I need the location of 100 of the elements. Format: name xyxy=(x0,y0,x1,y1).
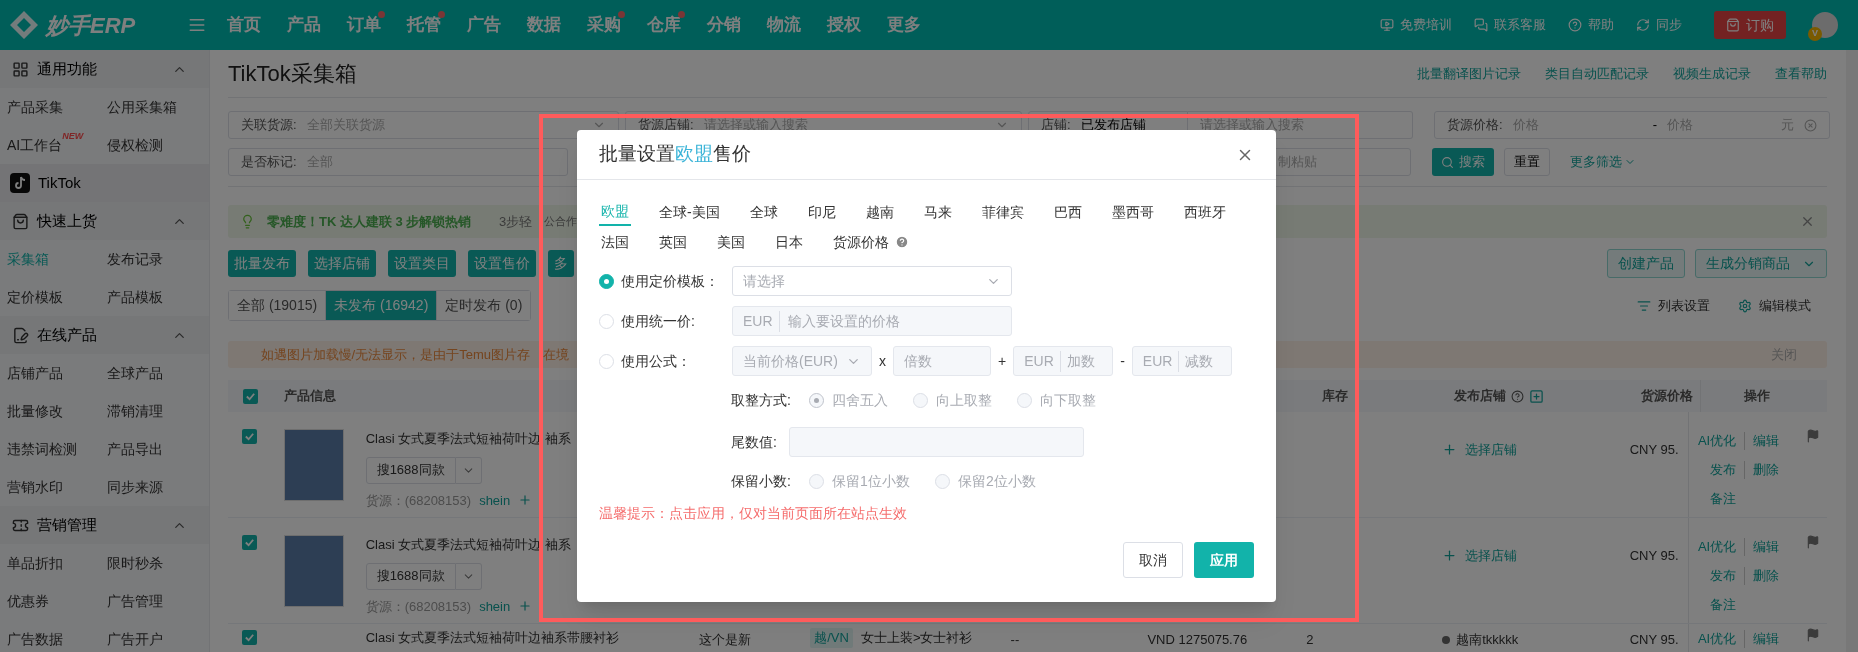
source-link[interactable]: shein xyxy=(479,596,511,616)
sidebar-link[interactable]: AI工作台 xyxy=(7,134,63,156)
sidebar-link[interactable]: 产品采集 xyxy=(7,96,63,118)
option-label[interactable]: 向上取整 xyxy=(936,389,992,411)
nav-item[interactable]: 采购 xyxy=(574,12,634,38)
nav-item[interactable]: 更多 xyxy=(874,12,934,38)
select-shop-link[interactable]: 选择店铺 xyxy=(1465,546,1518,566)
option-label[interactable]: 使用定价模板： xyxy=(621,270,732,292)
help-icon[interactable] xyxy=(1511,389,1524,403)
number-field[interactable]: EUR 减数 xyxy=(1131,346,1232,376)
sidebar-link[interactable]: 产品模板 xyxy=(107,286,163,308)
sidebar-link[interactable]: 侵权检测 xyxy=(107,134,163,156)
template-select[interactable]: 请选择 xyxy=(732,266,1012,296)
nav-item[interactable]: 产品 xyxy=(274,12,334,38)
region-tab[interactable]: 法国 xyxy=(599,228,631,256)
menu-icon[interactable] xyxy=(188,16,206,34)
price-field[interactable]: EUR 输入要设置的价格 xyxy=(732,306,1012,336)
sidebar-link[interactable]: 广告开户 xyxy=(107,628,163,650)
region-tab[interactable]: 西班牙 xyxy=(1181,198,1228,226)
region-tab[interactable]: 日本 xyxy=(773,228,805,256)
region-tab[interactable]: 英国 xyxy=(657,228,689,256)
tail-value-field[interactable] xyxy=(789,427,1084,457)
product-title[interactable]: Clasi 女式夏季法式短袖荷叶边 xyxy=(365,537,542,552)
search-same-button[interactable]: 搜1688同款 xyxy=(365,562,456,590)
row-action-link[interactable]: 备注 xyxy=(1710,596,1745,614)
action-button[interactable]: 设置售价 xyxy=(468,250,536,277)
header-link[interactable]: 类目自动匹配记录 xyxy=(1545,63,1649,84)
scrollbar[interactable] xyxy=(1846,50,1858,652)
row-action-link[interactable]: AI优化 xyxy=(1697,630,1745,648)
checkbox[interactable] xyxy=(242,630,258,645)
nav-item[interactable]: 托管 xyxy=(394,12,454,38)
region-tab[interactable]: 印尼 xyxy=(805,198,838,226)
toolbar-link[interactable]: 编辑模式 xyxy=(1759,295,1811,316)
sidebar-link[interactable]: 滞销清理 xyxy=(107,400,163,422)
action-button[interactable]: 设置类目 xyxy=(388,250,456,277)
apply-button[interactable]: 应用 xyxy=(1194,542,1254,578)
close-icon[interactable] xyxy=(1800,214,1815,229)
option-label[interactable]: 保留1位小数 xyxy=(832,470,910,492)
region-tab[interactable]: 全球 xyxy=(747,198,780,226)
product-title[interactable]: Clasi 女式夏季法式短袖荷叶边 xyxy=(365,431,542,446)
plus-icon[interactable] xyxy=(518,493,533,508)
sidebar-link[interactable]: 全球产品 xyxy=(107,362,163,384)
row-action-link[interactable]: 发布 xyxy=(1710,461,1745,479)
nav-item[interactable]: 分销 xyxy=(694,12,754,38)
toolbar-link[interactable]: 列表设置 xyxy=(1658,295,1710,316)
dropdown-toggle[interactable] xyxy=(455,456,482,484)
create-button[interactable]: 创建产品 xyxy=(1607,249,1685,278)
toolbar-link[interactable]: 帮助 xyxy=(1588,15,1614,35)
dropdown-toggle[interactable] xyxy=(455,562,482,590)
row-action-link[interactable]: 编辑 xyxy=(1744,630,1780,648)
option-label[interactable]: 使用公式： xyxy=(621,350,732,372)
option-label[interactable]: 四舍五入 xyxy=(832,389,888,411)
flag-icon[interactable] xyxy=(1806,535,1821,549)
checkbox[interactable] xyxy=(242,429,258,444)
search-same-button[interactable]: 搜1688同款 xyxy=(365,456,456,484)
product-title[interactable]: 袖系 xyxy=(544,535,571,555)
option-label[interactable]: 向下取整 xyxy=(1040,389,1096,411)
filter-tab[interactable]: 定时发布 (0) xyxy=(436,291,531,320)
region-tab[interactable]: 菲律宾 xyxy=(979,198,1026,226)
factor-field[interactable]: 倍数 xyxy=(893,346,991,376)
plus-icon[interactable] xyxy=(518,599,533,614)
reset-button[interactable]: 重置 xyxy=(1504,148,1550,176)
add-icon[interactable] xyxy=(1529,388,1544,404)
action-button[interactable]: 多 xyxy=(548,250,574,277)
sidebar-link[interactable]: 广告数据 xyxy=(7,628,63,650)
nav-item[interactable]: 仓库 xyxy=(634,12,694,38)
section-header[interactable]: 快速上货 xyxy=(0,202,209,240)
region-tab[interactable]: 马来 xyxy=(921,198,954,226)
region-tab[interactable]: 货源价格 xyxy=(831,228,891,256)
nav-item[interactable]: 物流 xyxy=(754,12,814,38)
option-label[interactable]: 使用统一价: xyxy=(621,310,732,332)
sidebar-link[interactable]: 批量修改 xyxy=(7,400,63,422)
region-tab[interactable]: 全球-美国 xyxy=(657,198,722,226)
section-header[interactable]: 在线产品 xyxy=(0,316,209,354)
filter-tab[interactable]: 未发布 (16942) xyxy=(325,291,437,320)
region-tab[interactable]: 墨西哥 xyxy=(1109,198,1156,226)
region-tab[interactable]: 巴西 xyxy=(1051,198,1084,226)
cancel-button[interactable]: 取消 xyxy=(1123,542,1183,578)
radio-button[interactable] xyxy=(809,392,824,408)
nav-item[interactable]: 授权 xyxy=(814,12,874,38)
toolbar-link[interactable]: 免费培训 xyxy=(1400,15,1452,35)
checkbox[interactable] xyxy=(242,535,258,550)
toolbar-link[interactable]: 联系客服 xyxy=(1494,15,1546,35)
sidebar-link[interactable]: 营销水印 xyxy=(7,476,63,498)
product-title[interactable]: 袖系 xyxy=(544,429,571,449)
flag-icon[interactable] xyxy=(1806,429,1821,443)
row-action-link[interactable]: 备注 xyxy=(1710,490,1745,508)
action-button[interactable]: 选择店铺 xyxy=(308,250,376,277)
toolbar-link[interactable]: 同步 xyxy=(1656,15,1682,35)
base-price-select[interactable]: 当前价格(EUR) xyxy=(732,346,872,376)
select-shop-link[interactable]: 选择店铺 xyxy=(1465,440,1518,460)
section-header[interactable]: 通用功能 xyxy=(0,50,209,88)
option-label[interactable]: 保留2位小数 xyxy=(958,470,1036,492)
sidebar-link[interactable]: 公用采集箱 xyxy=(107,96,177,118)
number-field[interactable]: EUR 加数 xyxy=(1013,346,1114,376)
header-link[interactable]: 视频生成记录 xyxy=(1673,63,1751,84)
row-action-link[interactable]: 编辑 xyxy=(1744,538,1780,556)
platform-item[interactable]: TikTok xyxy=(0,164,209,202)
sidebar-link[interactable]: 定价模板 xyxy=(7,286,63,308)
action-button[interactable]: 批量发布 xyxy=(228,250,296,277)
